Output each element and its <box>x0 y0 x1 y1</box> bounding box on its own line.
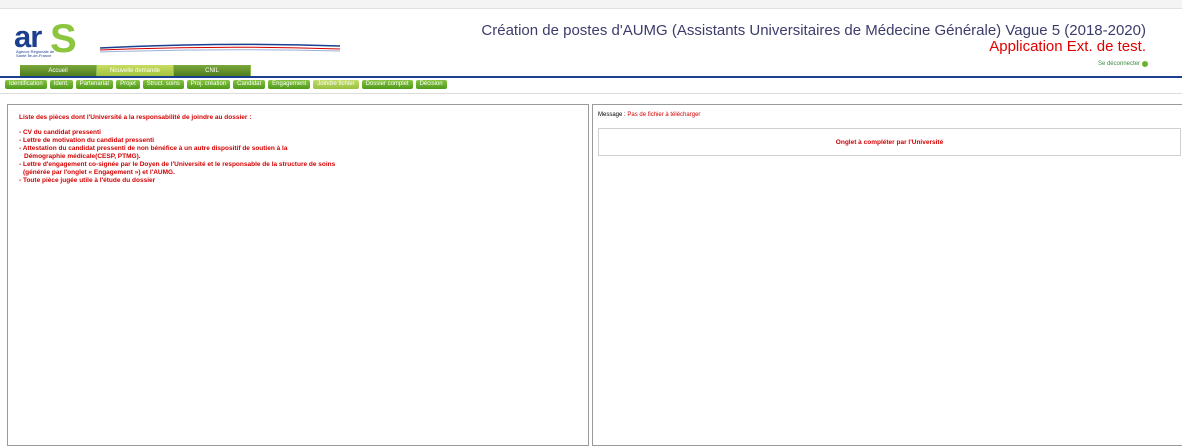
ars-logo: ar S Agence Régionale de Santé Île-de-Fr… <box>14 17 94 63</box>
list-item: - CV du candidat pressenti <box>19 129 101 136</box>
main-nav: Accueil Nouvelle demande CNIL <box>20 65 251 76</box>
subtab-partenariat[interactable]: Partenariat <box>75 80 114 89</box>
subnav-divider <box>0 93 1182 94</box>
subtab-projet[interactable]: Projet <box>116 80 140 89</box>
nav-tab-label: Nouvelle demande <box>109 67 161 74</box>
file-upload-panel: Message : Pas de fichier à télécharger O… <box>592 104 1182 446</box>
top-strip <box>0 0 1182 9</box>
required-documents-heading: Liste des pièces dont l'Université a la … <box>19 114 252 121</box>
logout-icon <box>1142 61 1148 67</box>
subtab-struct-soins[interactable]: Struct. soins <box>142 80 184 89</box>
logo-subtext: Agence Régionale de Santé Île-de-France <box>16 49 55 58</box>
list-item: - Attestation du candidat pressenti de n… <box>19 145 288 152</box>
nav-tab-accueil[interactable]: Accueil <box>20 65 97 76</box>
subtab-identification[interactable]: Identification <box>5 80 47 89</box>
nav-tab-nouvelle-demande[interactable]: Nouvelle demande <box>97 65 174 76</box>
nav-tab-label: Accueil <box>48 67 68 74</box>
sub-nav: Identification Ident. Partenariat Projet… <box>5 80 447 89</box>
message-label: Message : <box>598 112 626 118</box>
subtab-decision[interactable]: Décision <box>415 80 447 89</box>
logout-link[interactable]: Se déconnecter <box>1098 61 1148 67</box>
subtab-joindre-fichier[interactable]: Joindre fichier <box>313 80 359 89</box>
message-line: Message : Pas de fichier à télécharger <box>598 112 700 118</box>
app-environment-label: Application Ext. de test. <box>989 38 1146 55</box>
subtab-dossier-complet[interactable]: Dossier complet <box>361 80 413 89</box>
nav-tab-cnil[interactable]: CNIL <box>174 65 251 76</box>
list-item: - Lettre de motivation du candidat press… <box>19 137 155 144</box>
list-item: - Toute pièce jugée utile à l'étude du d… <box>19 177 156 184</box>
list-item: (générée par l'onglet « Engagement ») et… <box>23 169 175 176</box>
nav-tab-label: CNIL <box>205 67 219 74</box>
required-documents-panel: Liste des pièces dont l'Université a la … <box>7 104 589 446</box>
subtab-proj-creation[interactable]: Proj. création <box>186 80 231 89</box>
header-divider <box>0 76 1182 78</box>
message-value: Pas de fichier à télécharger <box>627 112 701 118</box>
subtab-engagement[interactable]: Engagement <box>268 80 311 89</box>
required-documents-list: - CV du candidat pressenti - Lettre de m… <box>19 129 335 185</box>
header-swoosh-decoration <box>100 43 340 53</box>
notice-box: Onglet à compléter par l'Université <box>598 128 1181 156</box>
subtab-candidat[interactable]: Candidat <box>233 80 266 89</box>
notice-text: Onglet à compléter par l'Université <box>835 138 944 146</box>
subtab-ident[interactable]: Ident. <box>49 80 73 89</box>
list-item: Démographie médicale(CESP, PTMG). <box>24 153 141 160</box>
list-item: - Lettre d'engagement co-signée par le D… <box>19 161 336 168</box>
logout-label: Se déconnecter <box>1097 61 1140 67</box>
page-title: Création de postes d'AUMG (Assistants Un… <box>481 22 1146 39</box>
